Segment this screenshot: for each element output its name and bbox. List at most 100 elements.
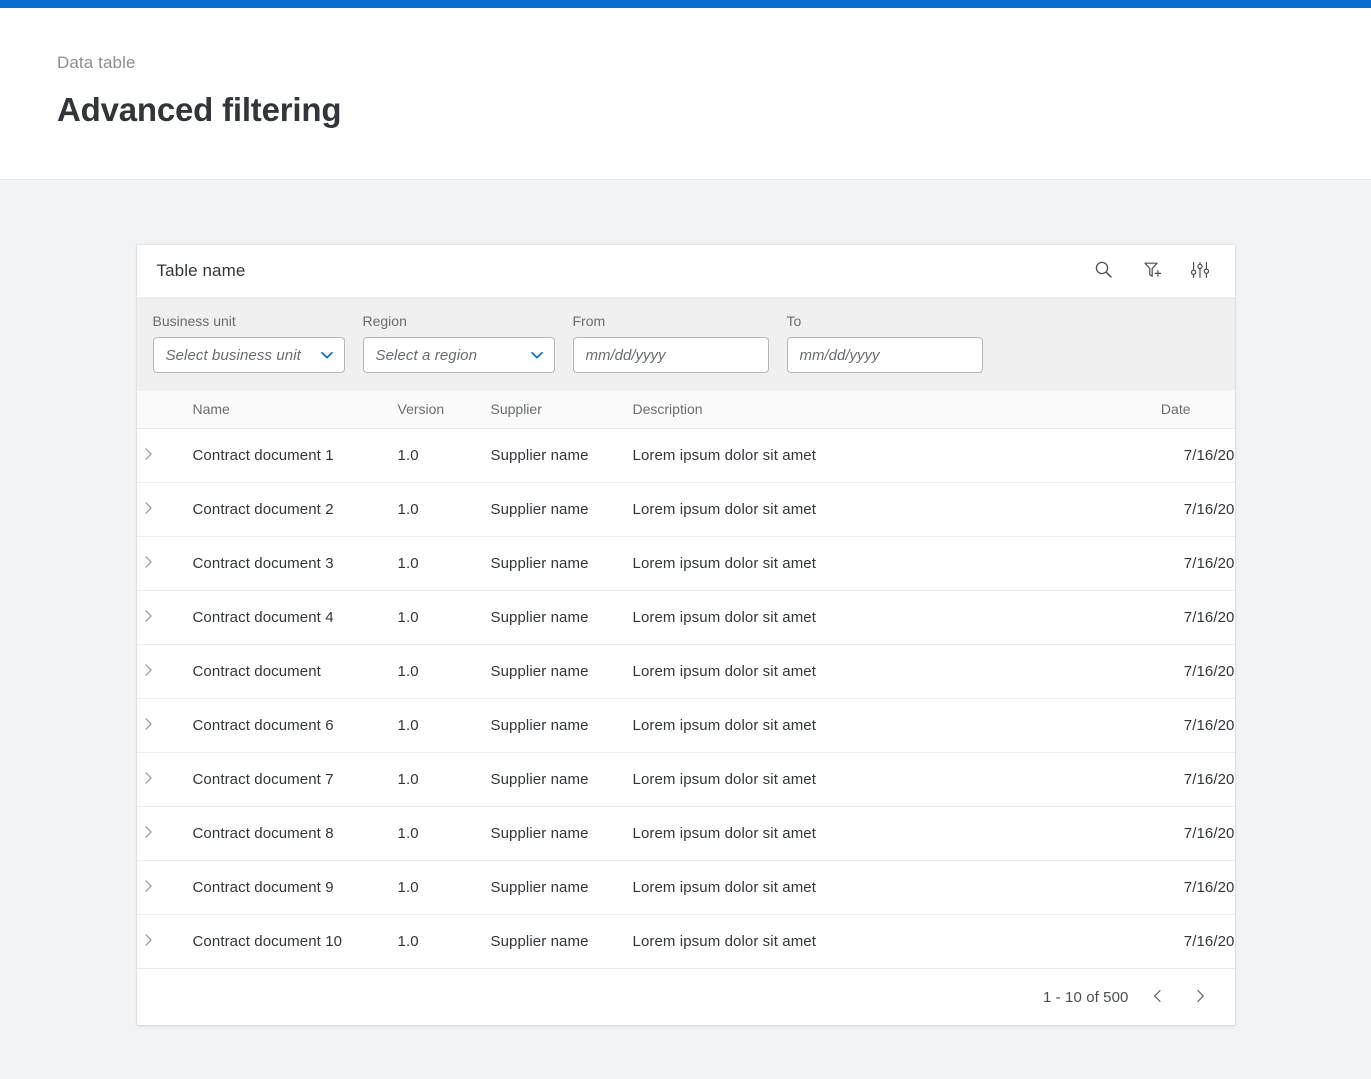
cell-supplier: Supplier name: [490, 428, 633, 483]
chevron-down-icon: [529, 347, 545, 363]
from-date-label: From: [572, 313, 606, 329]
cell-version: 1.0: [397, 536, 491, 591]
expand-row-button[interactable]: [137, 714, 159, 736]
cell-date: 7/16/20: [1114, 590, 1235, 645]
cell-supplier: Supplier name: [490, 482, 633, 537]
cell-version: 1.0: [397, 698, 491, 753]
expand-row-button[interactable]: [137, 444, 159, 466]
chevron-right-icon: [140, 932, 156, 951]
filter-add-icon: [1142, 260, 1162, 283]
expand-row-button[interactable]: [137, 606, 159, 628]
search-icon: [1094, 260, 1113, 282]
row-expand-cell: [136, 752, 193, 807]
cell-version: 1.0: [397, 482, 491, 537]
column-header-supplier[interactable]: Supplier: [490, 391, 633, 429]
to-date-input[interactable]: [787, 338, 982, 372]
region-value: Select a region: [375, 346, 478, 364]
expand-row-button[interactable]: [137, 876, 159, 898]
table-row[interactable]: Contract document 6 1.0 Supplier name Lorem…: [136, 698, 1235, 753]
business-unit-field: Business unit Select business unit: [152, 312, 345, 373]
cell-date: 7/16/20: [1114, 752, 1235, 807]
table-row[interactable]: Contract document 3 1.0 Supplier name Lorem…: [136, 536, 1235, 591]
table-row[interactable]: Contract document 7 1.0 Supplier name Lorem…: [136, 752, 1235, 807]
page-header: Data table Advanced filtering: [0, 8, 1371, 180]
region-field: Region Select a region: [362, 312, 555, 373]
cell-name: Contract document 3: [192, 536, 398, 591]
cell-supplier: Supplier name: [490, 698, 633, 753]
previous-page-button[interactable]: [1145, 984, 1171, 1010]
cell-name: Contract document 4: [192, 590, 398, 645]
chevron-right-icon: [140, 446, 156, 465]
expand-row-button[interactable]: [137, 930, 159, 952]
cell-version: 1.0: [397, 644, 491, 699]
row-expand-cell: [136, 536, 193, 591]
chevron-right-icon: [140, 608, 156, 627]
table-row[interactable]: Contract document 10 1.0 Supplier name Lore…: [136, 914, 1235, 969]
cell-version: 1.0: [397, 590, 491, 645]
toolbar-actions: [1091, 258, 1213, 284]
cell-description: Lorem ipsum dolor sit amet: [632, 806, 1115, 861]
table-row[interactable]: Contract document 8 1.0 Supplier name Lorem…: [136, 806, 1235, 861]
cell-supplier: Supplier name: [490, 590, 633, 645]
from-date-field: From: [572, 312, 769, 373]
from-date-box: [572, 337, 769, 373]
table-row[interactable]: Contract document 4 1.0 Supplier name Lorem…: [136, 590, 1235, 645]
to-date-box: [786, 337, 983, 373]
cell-description: Lorem ipsum dolor sit amet: [632, 752, 1115, 807]
cell-supplier: Supplier name: [490, 806, 633, 861]
cell-supplier: Supplier name: [490, 536, 633, 591]
row-expand-cell: [136, 644, 193, 699]
expand-row-button[interactable]: [137, 660, 159, 682]
filter-bar: Business unit Select business unit Regio…: [136, 297, 1235, 391]
cell-date: 7/16/20: [1114, 536, 1235, 591]
column-header-version[interactable]: Version: [397, 391, 491, 429]
cell-description: Lorem ipsum dolor sit amet: [632, 428, 1115, 483]
cell-description: Lorem ipsum dolor sit amet: [632, 644, 1115, 699]
next-page-button[interactable]: [1187, 984, 1213, 1010]
to-date-label: To: [786, 313, 802, 329]
row-expand-cell: [136, 428, 193, 483]
row-expand-cell: [136, 590, 193, 645]
column-header-name[interactable]: Name: [192, 391, 398, 429]
expand-row-button[interactable]: [137, 498, 159, 520]
table-header: Name Version Supplier Description Date: [136, 391, 1235, 429]
region-select[interactable]: Select a region: [362, 337, 555, 373]
cell-version: 1.0: [397, 914, 491, 969]
table-row[interactable]: Contract document 1.0 Supplier name Lorem i…: [136, 644, 1235, 699]
chevron-right-icon: [140, 500, 156, 519]
table-row[interactable]: Contract document 9 1.0 Supplier name Lorem…: [136, 860, 1235, 915]
cell-date: 7/16/20: [1114, 428, 1235, 483]
top-accent-bar: [0, 0, 1371, 8]
to-date-field: To: [786, 312, 983, 373]
pagination-info: 1 - 10 of 500: [1042, 988, 1129, 1006]
table-row[interactable]: Contract document 2 1.0 Supplier name Lorem…: [136, 482, 1235, 537]
cell-supplier: Supplier name: [490, 644, 633, 699]
expand-row-button[interactable]: [137, 552, 159, 574]
add-filter-button[interactable]: [1139, 258, 1165, 284]
row-expand-cell: [136, 698, 193, 753]
cell-name: Contract document 1: [192, 428, 398, 483]
table-title: Table name: [156, 261, 246, 280]
business-unit-select[interactable]: Select business unit: [152, 337, 345, 373]
row-expand-cell: [136, 914, 193, 969]
cell-date: 7/16/20: [1114, 644, 1235, 699]
chevron-right-icon: [140, 878, 156, 897]
cell-name: Contract document 7: [192, 752, 398, 807]
table-row[interactable]: Contract document 1 1.0 Supplier name Lorem…: [136, 428, 1235, 483]
column-header-description[interactable]: Description: [632, 391, 1115, 429]
cell-name: Contract document 2: [192, 482, 398, 537]
expand-row-button[interactable]: [137, 822, 159, 844]
table-toolbar: Table name: [136, 245, 1235, 297]
expand-row-button[interactable]: [137, 768, 159, 790]
table-settings-button[interactable]: [1187, 258, 1213, 284]
table-body: Contract document 1 1.0 Supplier name Lorem…: [136, 428, 1235, 969]
breadcrumb: Data table: [57, 53, 136, 72]
column-header-date[interactable]: Date: [1114, 391, 1235, 429]
search-button[interactable]: [1091, 258, 1117, 284]
settings-sliders-icon: [1190, 260, 1210, 283]
cell-date: 7/16/20: [1114, 914, 1235, 969]
business-unit-value: Select business unit: [165, 346, 301, 364]
from-date-input[interactable]: [573, 338, 768, 372]
cell-date: 7/16/20: [1114, 860, 1235, 915]
business-unit-label: Business unit: [152, 313, 236, 329]
